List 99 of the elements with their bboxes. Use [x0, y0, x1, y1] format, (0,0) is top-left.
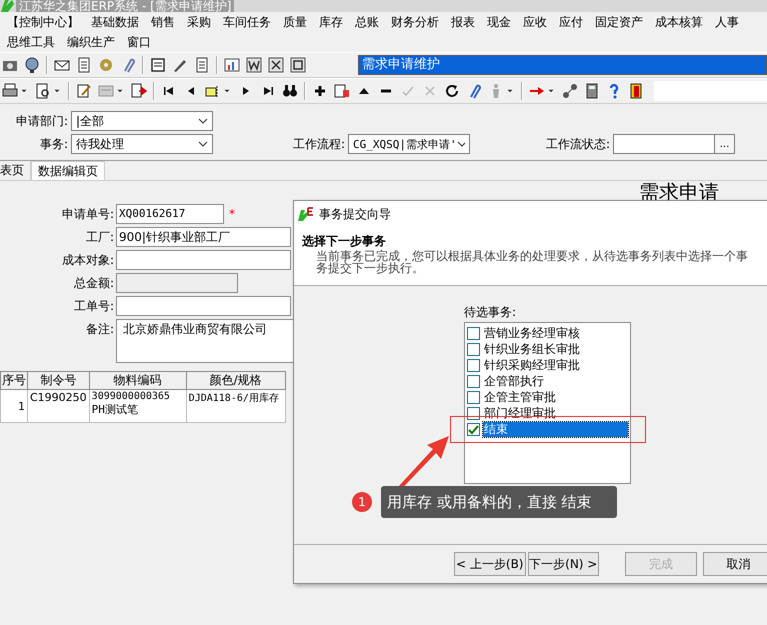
list-item[interactable]: 结束 — [483, 422, 628, 436]
department-dropdown[interactable]: |全部 — [71, 111, 213, 131]
copy-document-icon[interactable] — [334, 83, 350, 99]
menu-item[interactable]: 窗口 — [122, 32, 156, 52]
add-icon[interactable] — [312, 83, 328, 99]
app-logo-icon — [0, 0, 14, 12]
task-dropdown[interactable]: 待我处理 — [71, 134, 213, 154]
menu-item[interactable]: 【控制中心】 — [2, 12, 84, 32]
workflow-status-label: 工作流状态: — [544, 136, 611, 152]
list-item[interactable]: 营销业务经理审核 — [483, 326, 628, 340]
word-icon[interactable] — [246, 57, 262, 73]
slide-icon[interactable] — [290, 57, 306, 73]
edit-icon[interactable] — [76, 83, 92, 99]
input-field[interactable]: 900|针织事业部工厂 — [116, 227, 291, 247]
excel-icon[interactable] — [268, 57, 284, 73]
menu-item[interactable]: 应付 — [554, 12, 588, 32]
menu-item[interactable]: 应收 — [518, 12, 552, 32]
preview-icon[interactable] — [35, 83, 51, 99]
menu-item[interactable]: 车间任务 — [218, 12, 276, 32]
table-cell: C1990250 — [30, 391, 87, 404]
chart-icon[interactable] — [224, 57, 240, 73]
app-logo-icon — [297, 207, 315, 221]
memo-field[interactable]: 北京娇鼎伟业商贸有限公司 — [116, 319, 295, 363]
chevron-icon — [456, 141, 465, 147]
field-label: 总金额: — [72, 275, 115, 292]
department-label: 申请部门: — [14, 112, 69, 130]
menu-item[interactable]: 质量 — [278, 12, 312, 32]
window-title: 江苏华之集团ERP系统 - [需求申请维护] — [16, 0, 234, 12]
workflow-dropdown[interactable]: CG_XQSQ|需求申请' — [348, 134, 470, 154]
pen-icon[interactable] — [172, 57, 188, 73]
refresh-icon[interactable] — [444, 83, 460, 99]
list-item[interactable]: 企管部执行 — [483, 374, 628, 388]
menu-item[interactable]: 库存 — [314, 12, 348, 32]
checkbox[interactable] — [467, 406, 480, 420]
checkbox[interactable] — [467, 342, 480, 356]
tab[interactable]: 表页 — [0, 161, 31, 180]
checkbox[interactable] — [467, 390, 480, 404]
menu-item[interactable]: 思维工具 — [2, 32, 60, 52]
field-label: 申请单号: — [60, 206, 115, 223]
menu-item[interactable]: 编织生产 — [62, 32, 120, 52]
workflow-label: 工作流程: — [292, 136, 346, 152]
document-icon[interactable] — [194, 57, 210, 73]
task-label: 事务: — [38, 136, 69, 152]
column-header: 序号 — [0, 372, 28, 390]
menu-item[interactable]: 现金 — [482, 12, 516, 32]
network-icon[interactable] — [562, 83, 578, 99]
checkbox[interactable] — [467, 374, 480, 388]
globe-icon[interactable] — [24, 57, 40, 73]
document-icon[interactable] — [76, 57, 92, 73]
export-icon[interactable] — [131, 83, 147, 99]
menu-item[interactable]: 报表 — [446, 12, 480, 32]
chevron-icon — [198, 141, 208, 147]
workflow-status-field[interactable] — [613, 134, 714, 154]
list-item[interactable]: 针织采购经理审批 — [483, 358, 628, 372]
menu-item[interactable]: 财务分析 — [386, 12, 444, 32]
menu-item[interactable]: 固定资产 — [590, 12, 648, 32]
wizard-button[interactable]: 取消 — [702, 552, 767, 576]
column-header: 物料编码 — [89, 372, 186, 390]
checkbox[interactable] — [467, 422, 480, 436]
list-label: 待选事务: — [464, 304, 518, 321]
checkbox[interactable] — [467, 326, 480, 340]
column-header: 制令号 — [28, 372, 90, 390]
chevron-icon — [198, 118, 208, 124]
checkbox[interactable] — [467, 358, 480, 372]
field-label: 工单号: — [72, 298, 115, 315]
wizard-heading: 选择下一步事务 — [302, 233, 387, 250]
list-item[interactable]: 针织业务组长审批 — [483, 342, 628, 356]
menu-item[interactable]: 基础数据 — [86, 12, 144, 32]
notebook-icon[interactable] — [150, 57, 166, 73]
module-field: 需求申请维护 — [358, 55, 767, 75]
exit-door-icon[interactable] — [628, 83, 644, 99]
tab[interactable]: 数据编辑页 — [31, 161, 105, 180]
input-field[interactable]: XQ00162617 — [116, 204, 224, 224]
binoculars-icon[interactable] — [282, 83, 298, 99]
required-mark: * — [229, 206, 235, 223]
annotation-tooltip: 用库存 或用备料的，直接 结束 — [381, 486, 617, 518]
wizard-button[interactable]: < 上一步(B) — [454, 552, 526, 576]
table-cell: 1 — [18, 400, 25, 412]
menu-item[interactable]: 成本核算 — [650, 12, 708, 32]
browse-button[interactable]: ... — [714, 134, 735, 154]
column-header: 颜色/规格 — [186, 372, 286, 390]
field-label: 备注: — [84, 321, 115, 338]
dialog-title: 事务提交向导 — [319, 206, 391, 222]
printer-icon[interactable] — [2, 83, 18, 99]
wizard-button[interactable]: 下一步(N) > — [528, 552, 599, 576]
calculator-icon[interactable] — [584, 83, 600, 99]
table-cell: PH测试笔 — [92, 403, 138, 416]
menu-item[interactable]: 人事 — [710, 12, 744, 32]
table-cell: 3099000000365 — [92, 391, 170, 402]
menu-item[interactable]: 总账 — [350, 12, 384, 32]
input-field[interactable] — [116, 296, 291, 316]
input-field[interactable] — [116, 250, 291, 270]
field-label: 成本对象: — [60, 252, 115, 269]
field-label: 工厂: — [84, 229, 115, 246]
list-item[interactable]: 企管主管审批 — [483, 390, 628, 404]
table-cell: DJDA118-6/用库存 — [188, 393, 279, 404]
wizard-description: 当前事务已完成，您可以根据具体业务的处理要求，从待选事务列表中选择一个事务提交下一步执行。 — [315, 250, 749, 274]
menu-item[interactable]: 销售 — [146, 12, 180, 32]
menu-item[interactable]: 采购 — [182, 12, 216, 32]
